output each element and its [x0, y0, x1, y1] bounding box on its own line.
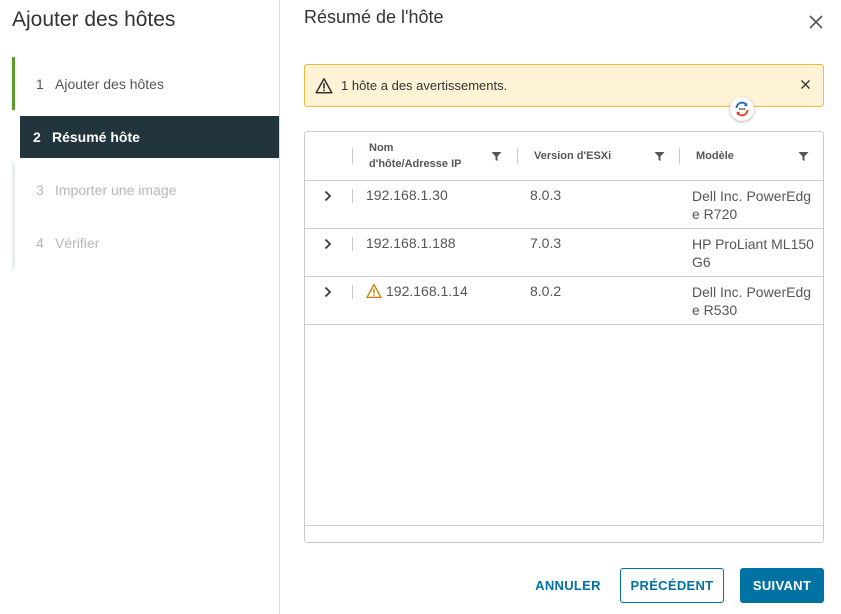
filter-icon[interactable] — [798, 151, 809, 162]
main-panel: Résumé de l'hôte 1 hôte a des avertissem… — [281, 0, 841, 614]
step-verify: 4 Vérifier — [12, 216, 279, 269]
step-label: Résumé hôte — [52, 129, 140, 145]
filter-icon[interactable] — [491, 151, 502, 162]
wizard-steps: 1 Ajouter des hôtes 2 Résumé hôte 3 Impo… — [12, 57, 279, 269]
step-label: Vérifier — [55, 234, 100, 251]
chevron-right-icon[interactable] — [321, 237, 335, 251]
cell-esxi-version: 7.0.3 — [530, 235, 562, 251]
warning-triangle-icon — [315, 77, 333, 94]
hostname-text: 192.168.1.30 — [366, 187, 448, 203]
step-number: 3 — [36, 181, 44, 198]
column-separator — [517, 148, 518, 164]
warning-triangle-icon — [366, 283, 382, 299]
grid-header: Nom d'hôte/Adresse IP Version d'ESXi Mod… — [305, 132, 823, 181]
cell-model: Dell Inc. PowerEdge R530 — [692, 284, 812, 318]
cell-hostname: 192.168.1.14 — [366, 283, 468, 299]
column-label: Nom d'hôte/Adresse IP — [369, 142, 462, 170]
row-separator — [352, 237, 353, 251]
page-title: Résumé de l'hôte — [304, 7, 444, 27]
cell-esxi-version: 8.0.3 — [530, 187, 562, 203]
hostname-text: 192.168.1.14 — [386, 283, 468, 299]
cell-hostname: 192.168.1.188 — [366, 235, 456, 251]
step-number: 4 — [36, 234, 44, 251]
wizard-title: Ajouter des hôtes — [12, 8, 176, 31]
column-label: Modèle — [696, 150, 734, 162]
row-separator — [352, 285, 353, 299]
close-icon[interactable] — [807, 13, 825, 31]
wizard-sidebar: Ajouter des hôtes 1 Ajouter des hôtes 2 … — [0, 0, 280, 614]
hostname-text: 192.168.1.188 — [366, 235, 456, 251]
cell-esxi-version: 8.0.2 — [530, 283, 562, 299]
alert-text: 1 hôte a des avertissements. — [341, 78, 508, 93]
grid-footer — [305, 525, 823, 542]
table-row: 192.168.1.30 8.0.3 Dell Inc. PowerEdge R… — [305, 181, 823, 229]
step-import-image: 3 Importer une image — [12, 163, 279, 216]
previous-button[interactable]: PRÉCÉDENT — [620, 568, 724, 603]
cell-hostname: 192.168.1.30 — [366, 187, 448, 203]
row-separator — [352, 189, 353, 203]
sync-badge-icon[interactable] — [730, 97, 754, 121]
step-add-hosts[interactable]: 1 Ajouter des hôtes — [12, 57, 279, 110]
step-number: 2 — [33, 129, 41, 145]
cell-model: HP ProLiant ML150 G6 — [692, 236, 814, 270]
chevron-right-icon[interactable] — [321, 285, 335, 299]
table-row: 192.168.1.14 8.0.2 Dell Inc. PowerEdge R… — [305, 277, 823, 325]
chevron-right-icon[interactable] — [321, 189, 335, 203]
step-number: 1 — [36, 75, 44, 92]
table-row: 192.168.1.188 7.0.3 HP ProLiant ML150 G6 — [305, 229, 823, 277]
step-label: Importer une image — [55, 181, 177, 198]
column-header-model[interactable]: Modèle — [679, 132, 823, 180]
hosts-datagrid: Nom d'hôte/Adresse IP Version d'ESXi Mod… — [304, 131, 824, 543]
column-header-esxi-version[interactable]: Version d'ESXi — [517, 132, 679, 180]
next-button[interactable]: SUIVANT — [740, 568, 824, 603]
cancel-button[interactable]: ANNULER — [531, 568, 605, 603]
cell-model: Dell Inc. PowerEdge R720 — [692, 188, 812, 222]
step-host-summary[interactable]: 2 Résumé hôte — [20, 116, 279, 158]
alert-close-icon[interactable] — [799, 78, 812, 91]
column-separator — [679, 148, 680, 164]
column-header-hostname[interactable]: Nom d'hôte/Adresse IP — [352, 132, 517, 180]
filter-icon[interactable] — [654, 151, 665, 162]
step-label: Ajouter des hôtes — [55, 75, 164, 92]
column-label: Version d'ESXi — [534, 150, 612, 162]
column-separator — [352, 148, 353, 164]
